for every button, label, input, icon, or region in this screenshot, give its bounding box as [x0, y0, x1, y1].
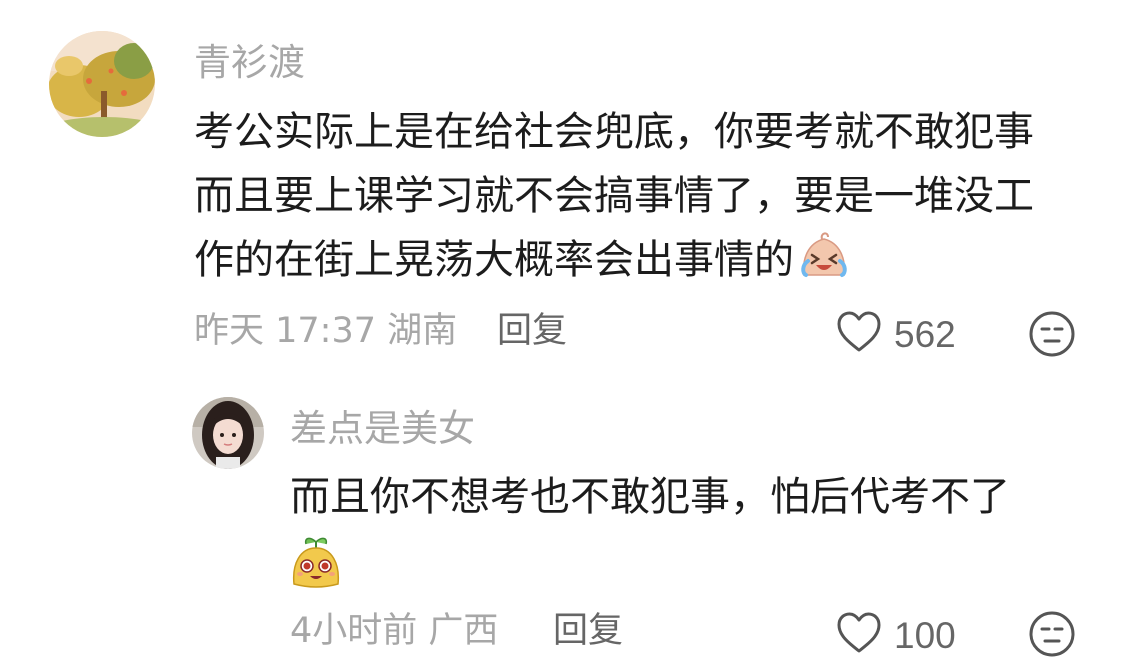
comment-line: 考公实际上是在给社会兜底，你要考就不敢犯事 — [194, 109, 1034, 155]
reply-button[interactable]: 回复 — [553, 614, 623, 649]
like-count: 562 — [894, 313, 956, 355]
username[interactable]: 青衫渡 — [194, 44, 305, 81]
comment-time-location: 4小时前 广西 — [290, 611, 499, 651]
unamused-face-icon — [1029, 611, 1075, 657]
like-button[interactable]: 562 — [836, 311, 956, 357]
comment-time-location: 昨天 17:37 湖南 — [194, 311, 458, 351]
comment-line: 作的在街上晃荡大概率会出事情的 — [194, 237, 794, 283]
heart-icon — [836, 612, 882, 658]
like-button[interactable]: 100 — [836, 612, 956, 658]
unamused-face-icon — [1029, 311, 1075, 357]
avatar[interactable] — [192, 397, 264, 469]
avatar[interactable] — [49, 31, 155, 137]
comment-line-with-emoji: 作的在街上晃荡大概率会出事情的 — [194, 228, 850, 300]
crying-laughing-emoji-icon — [798, 229, 850, 300]
dislike-button[interactable] — [1028, 610, 1076, 662]
comment-line: 而且要上课学习就不会搞事情了，要是一堆没工 — [194, 173, 1034, 219]
reply-button[interactable]: 回复 — [497, 314, 567, 349]
comment-line: 而且你不想考也不敢犯事，怕后代考不了 — [290, 474, 1010, 520]
username[interactable]: 差点是美女 — [290, 410, 475, 447]
like-count: 100 — [894, 614, 956, 656]
sprout-mascot-sticker-icon — [288, 534, 344, 594]
dislike-button[interactable] — [1028, 310, 1076, 362]
heart-icon — [836, 311, 882, 357]
